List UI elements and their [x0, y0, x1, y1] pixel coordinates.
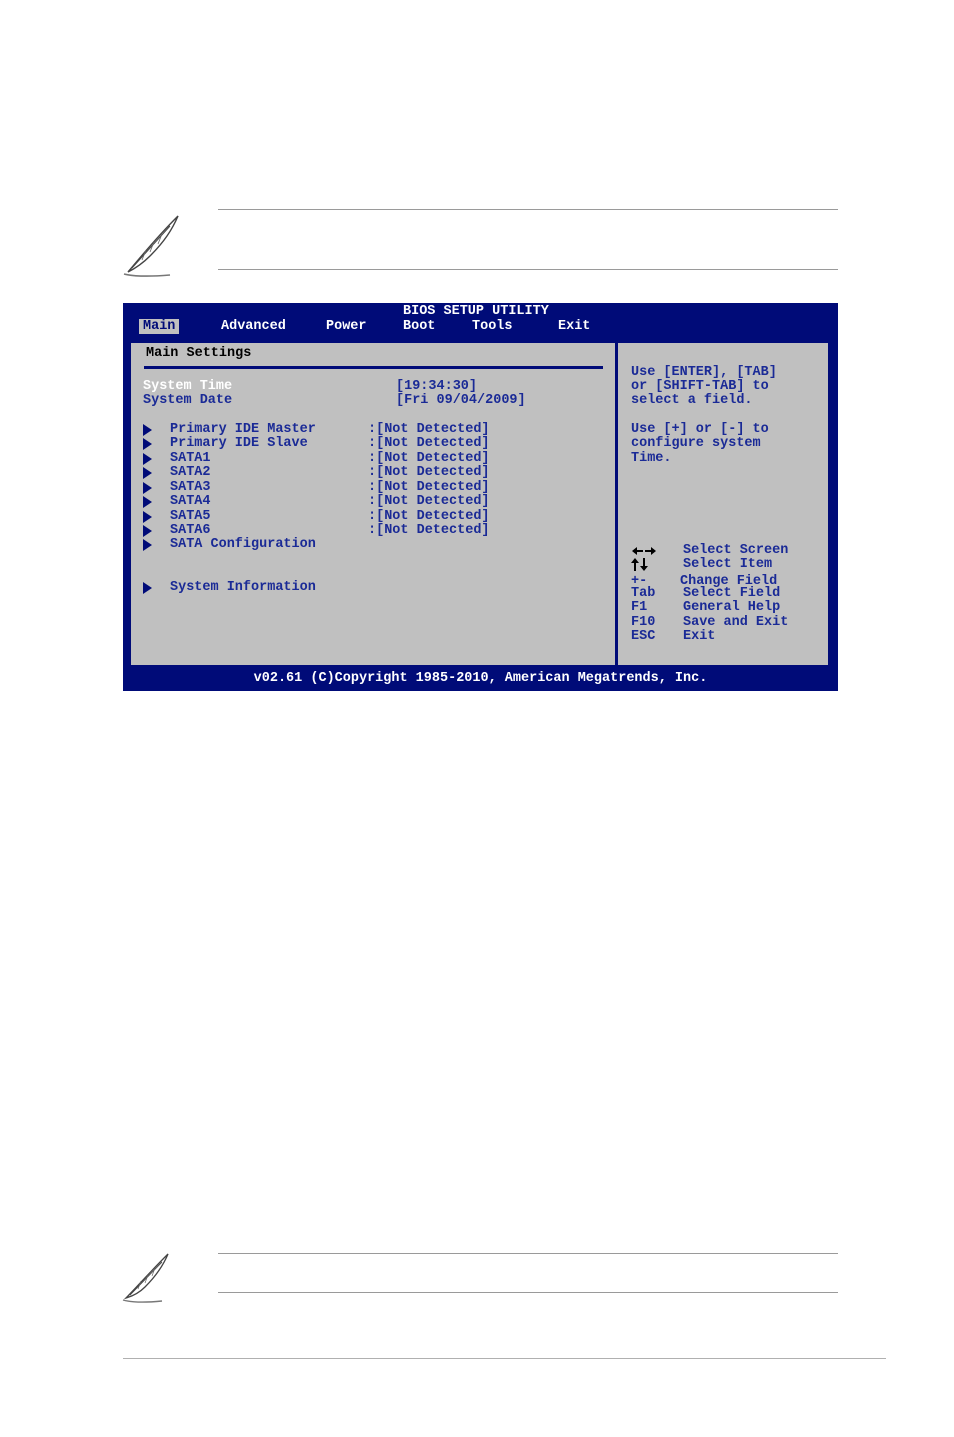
device-value: :[Not Detected]: [368, 523, 490, 538]
system-time-value[interactable]: [19:34:30]: [396, 379, 477, 394]
submenu-arrow-icon: [143, 467, 152, 479]
submenu-arrow-icon: [143, 438, 152, 450]
feather-note-icon: [123, 215, 179, 277]
tab-power[interactable]: Power: [326, 319, 367, 334]
key-desc: Select Item: [683, 557, 773, 572]
left-right-arrows-icon: [632, 547, 656, 555]
bios-title: BIOS SETUP UTILITY: [403, 304, 549, 319]
device-value: :[Not Detected]: [368, 451, 490, 466]
system-date-value[interactable]: [Fri 09/04/2009]: [396, 393, 526, 408]
note-bottom-rule: [218, 1292, 838, 1293]
note-top-rule: [218, 1253, 838, 1254]
note-bottom-rule: [218, 269, 838, 270]
device-primary-ide-slave[interactable]: Primary IDE Slave: [170, 436, 308, 451]
tab-exit[interactable]: Exit: [558, 319, 590, 334]
submenu-arrow-icon: [143, 453, 152, 465]
device-value: :[Not Detected]: [368, 509, 490, 524]
submenu-arrow-icon: [143, 496, 152, 508]
key-label: ESC: [631, 629, 656, 644]
help-line: configure system: [631, 436, 761, 451]
key-desc: Select Field: [683, 586, 781, 601]
device-sata1[interactable]: SATA1: [170, 451, 211, 466]
submenu-arrow-icon: [143, 482, 152, 494]
device-value: :[Not Detected]: [368, 436, 490, 451]
device-primary-ide-master[interactable]: Primary IDE Master: [170, 422, 316, 437]
submenu-arrow-icon: [143, 582, 152, 594]
up-down-arrows-icon: [631, 558, 648, 571]
note-top-rule: [218, 209, 838, 210]
device-sata3[interactable]: SATA3: [170, 480, 211, 495]
device-value: :[Not Detected]: [368, 480, 490, 495]
tab-advanced[interactable]: Advanced: [221, 319, 286, 334]
tab-tools[interactable]: Tools: [472, 319, 513, 334]
device-sata5[interactable]: SATA5: [170, 509, 211, 524]
help-line: Use [ENTER], [TAB]: [631, 365, 777, 380]
system-date-label[interactable]: System Date: [143, 393, 232, 408]
key-label: Tab: [631, 586, 656, 601]
copyright-footer: v02.61 (C)Copyright 1985-2010, American …: [253, 671, 708, 686]
device-value: :[Not Detected]: [368, 494, 490, 509]
key-desc: General Help: [683, 600, 781, 615]
help-line: Use [+] or [-] to: [631, 422, 769, 437]
submenu-arrow-icon: [143, 424, 152, 436]
section-title: Main Settings: [146, 346, 252, 361]
tab-main[interactable]: Main: [139, 319, 180, 334]
page-footer-rule: [123, 1358, 886, 1359]
device-value: :[Not Detected]: [368, 465, 490, 480]
tab-boot[interactable]: Boot: [403, 319, 435, 334]
key-desc: Save and Exit: [683, 615, 789, 630]
device-sata4[interactable]: SATA4: [170, 494, 211, 509]
system-time-label[interactable]: System Time: [143, 379, 232, 394]
submenu-arrow-icon: [143, 525, 152, 537]
key-desc: Exit: [683, 629, 716, 644]
key-label: F1: [631, 600, 648, 615]
help-line: or [SHIFT-TAB] to: [631, 379, 769, 394]
submenu-arrow-icon: [143, 511, 152, 523]
device-value: :[Not Detected]: [368, 422, 490, 437]
section-underline: [144, 366, 603, 369]
bios-setup-window: BIOS SETUP UTILITY Main Advanced Power B…: [123, 303, 838, 691]
panel-divider: [615, 343, 618, 665]
device-sata6[interactable]: SATA6: [170, 523, 211, 538]
feather-note-icon: [122, 1253, 169, 1303]
system-information-item[interactable]: System Information: [170, 580, 316, 595]
key-label: F10: [631, 615, 656, 630]
submenu-arrow-icon: [143, 539, 152, 551]
help-line: Time.: [631, 451, 672, 466]
sata-configuration-item[interactable]: SATA Configuration: [170, 537, 316, 552]
device-sata2[interactable]: SATA2: [170, 465, 211, 480]
main-panel: Main Settings System Time [19:34:30] Sys…: [128, 340, 831, 668]
key-desc: Select Screen: [683, 543, 789, 558]
help-line: select a field.: [631, 393, 753, 408]
